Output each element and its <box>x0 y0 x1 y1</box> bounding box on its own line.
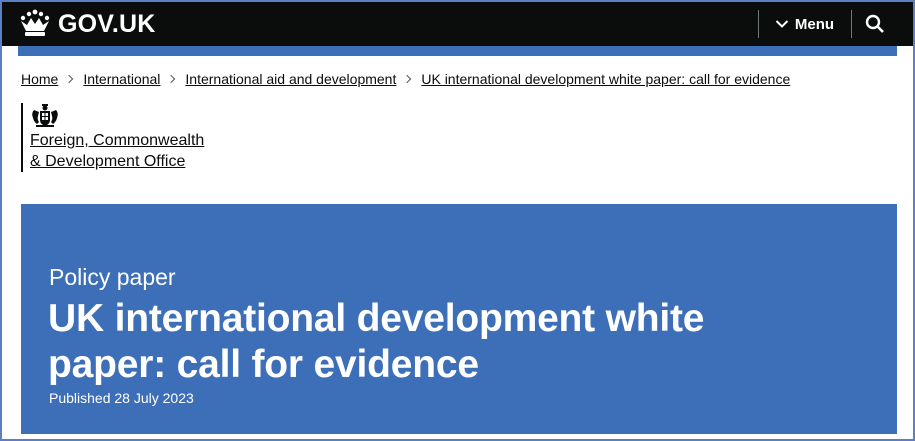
breadcrumb-international[interactable]: International <box>83 71 160 87</box>
page-frame: GOV.UK Menu Home International Internati… <box>0 0 915 441</box>
breadcrumb-international-aid[interactable]: International aid and development <box>185 71 396 87</box>
search-icon <box>865 14 884 33</box>
organisation-link[interactable]: Foreign, Commonwealth & Development Offi… <box>30 130 204 172</box>
header-blue-bar <box>18 46 897 56</box>
chevron-right-icon <box>403 74 412 84</box>
organisation-name-line2: & Development Office <box>30 153 186 170</box>
chevron-right-icon <box>167 74 176 84</box>
breadcrumb-current-page[interactable]: UK international development white paper… <box>421 71 790 87</box>
logo-text: GOV.UK <box>58 9 156 38</box>
search-button[interactable] <box>851 10 897 38</box>
crown-icon <box>20 9 50 36</box>
organisation-logo: Foreign, Commonwealth & Development Offi… <box>21 103 204 172</box>
organisation-name-line1: Foreign, Commonwealth <box>30 132 205 149</box>
royal-coat-of-arms-icon <box>32 104 58 127</box>
govuk-header: GOV.UK Menu <box>2 2 913 46</box>
published-date: Published 28 July 2023 <box>49 390 194 406</box>
page-title: UK international development white paper… <box>48 297 705 386</box>
menu-label: Menu <box>794 15 835 33</box>
chevron-down-icon <box>775 20 789 28</box>
page-masthead: Policy paper UK international developmen… <box>21 204 897 434</box>
breadcrumb: Home International International aid and… <box>21 71 790 87</box>
breadcrumb-home[interactable]: Home <box>21 71 58 87</box>
menu-button[interactable]: Menu <box>758 10 850 38</box>
chevron-right-icon <box>65 74 74 84</box>
document-type: Policy paper <box>49 264 176 290</box>
govuk-logo-link[interactable]: GOV.UK <box>18 8 156 40</box>
